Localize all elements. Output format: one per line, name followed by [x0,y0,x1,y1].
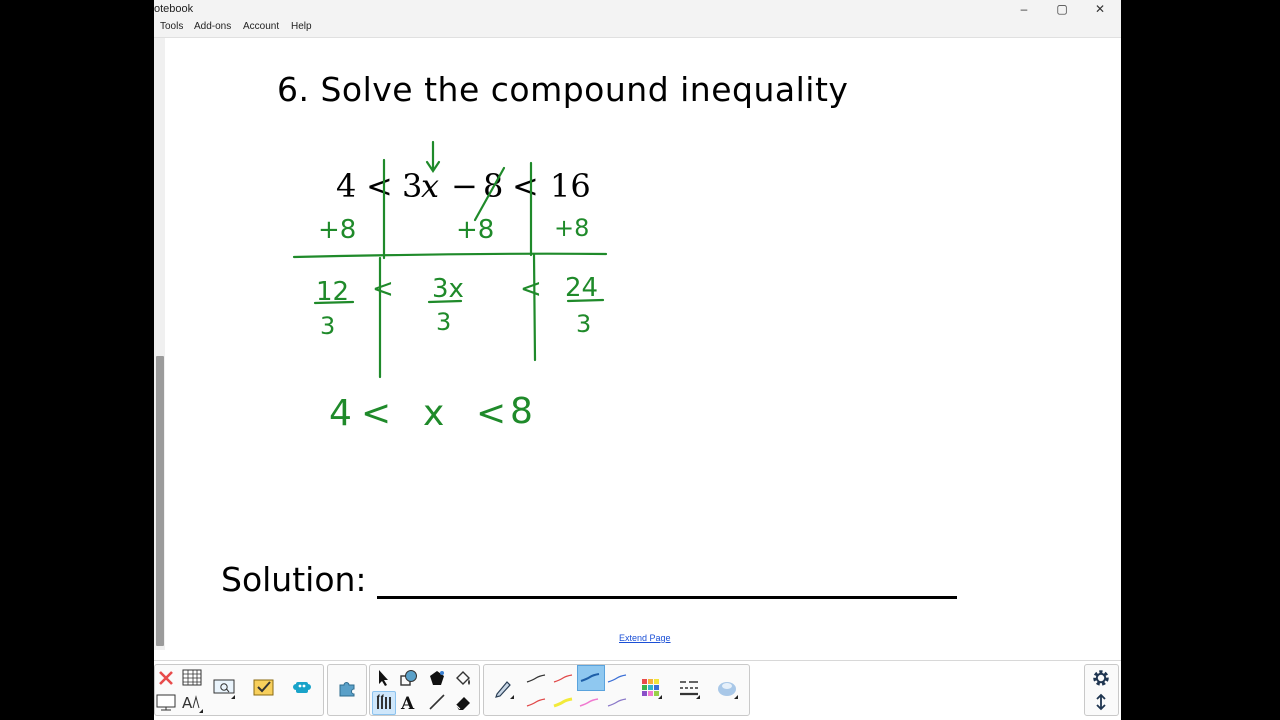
text-recognition-icon[interactable]: A [181,691,203,713]
addons-icon[interactable] [336,677,358,699]
eq-less-2: < [512,167,539,205]
lab-tools-icon[interactable] [291,677,313,699]
pen-swatch-blue-selected[interactable] [577,665,605,691]
ink-arrow-down [425,140,441,173]
ink-numerator-middle: 3x [432,274,464,304]
eraser-icon[interactable] [452,691,474,713]
eq-var-x: x [421,167,439,205]
fill-effects-icon[interactable] [716,677,738,699]
ink-sign-right: < [520,274,542,304]
gear-icon[interactable] [1090,667,1112,689]
ink-denominator-right: 3 [576,310,591,338]
color-palette-icon[interactable] [640,677,662,699]
ink-result-8: 8 [510,391,533,432]
bottom-toolbar: A A [154,660,1121,720]
ink-result-less-2: < [476,393,506,434]
ink-numerator-left: 12 [316,277,349,307]
toolbar-group-page: A [154,664,324,716]
fill-icon[interactable] [452,667,474,689]
line-icon[interactable] [426,691,448,713]
pen-swatch-blue[interactable] [605,667,629,689]
eq-minus: − [451,167,478,205]
screen-capture-icon[interactable] [213,677,235,699]
svg-text:A: A [400,694,415,711]
line-style-icon[interactable] [678,677,700,699]
toolbar-group-pen-properties [483,664,750,716]
ink-step1-left: +8 [318,215,356,245]
toolbar-group-addons [327,664,367,716]
eq-term-16: 16 [550,167,591,205]
pens-icon[interactable] [372,691,396,715]
ink-denominator-left: 3 [320,312,335,340]
ink-horizontal-rule [292,252,608,259]
notebook-window: otebook – ▢ ✕ Tools Add-ons Account Help… [154,0,1121,720]
ink-result-x: x [423,393,444,434]
polygon-icon[interactable] [426,667,448,689]
pen-swatch-red-2[interactable] [524,691,548,713]
eq-coef-3: 3 [402,167,422,205]
text-icon[interactable]: A [398,691,420,713]
pen-swatch-red[interactable] [551,667,575,689]
check-activity-icon[interactable] [253,677,275,699]
select-icon[interactable] [372,667,394,689]
ink-result-less-1: < [361,393,391,434]
delete-icon[interactable] [155,667,177,689]
ink-sign-left: < [372,274,394,304]
solution-answer-line [377,596,957,599]
ink-denominator-middle: 3 [436,308,451,336]
pen-swatch-purple[interactable] [605,691,629,713]
shapes-icon[interactable] [398,667,420,689]
ink-step1-middle: +8 [456,215,494,245]
solution-label: Solution: [221,560,367,599]
pen-icon[interactable] [492,677,514,699]
pen-swatch-pink[interactable] [577,691,601,713]
pen-swatch-black[interactable] [524,667,548,689]
pen-swatch-yellow[interactable] [551,691,575,713]
ink-numerator-right: 24 [565,273,598,303]
svg-text:A: A [182,694,193,711]
toolbar-group-settings [1084,664,1119,716]
display-icon[interactable] [155,691,177,713]
ink-result-4: 4 [329,393,352,434]
ink-step1-right: +8 [554,214,589,242]
extend-page-link[interactable]: Extend Page [619,633,671,643]
eq-term-4: 4 [336,167,356,205]
toolbar-group-select: A [369,664,480,716]
table-icon[interactable] [181,667,203,689]
eq-less-1: < [366,167,393,205]
move-toolbar-icon[interactable] [1090,691,1112,713]
